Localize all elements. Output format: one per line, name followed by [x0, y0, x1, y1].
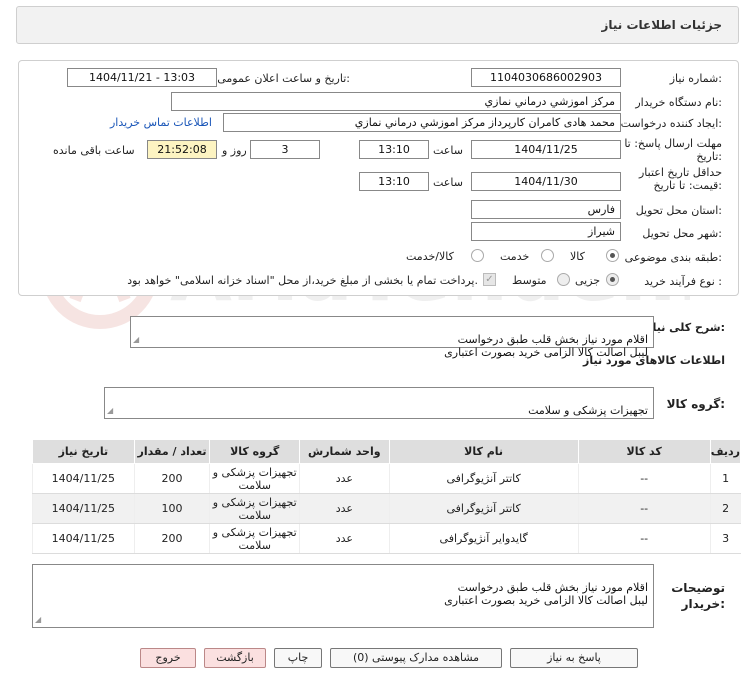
cell-goods-code: -- — [577, 493, 711, 524]
print-button[interactable]: چاپ — [274, 648, 322, 668]
city-label: شهر محل تحویل: — [642, 227, 722, 240]
category-radio-goods-service[interactable] — [471, 249, 484, 262]
buyer-contact-link[interactable]: اطلاعات تماس خریدار — [110, 116, 212, 129]
general-desc-textarea[interactable]: اقلام مورد نیاز بخش قلب طبق درخواست لیبل… — [130, 316, 654, 359]
announce-label: تاریخ و ساعت اعلان عمومی: — [217, 72, 350, 85]
col-goods-name: نام کالا — [388, 439, 579, 464]
cell-goods-name: گایدوایر آنژیوگرافی — [388, 523, 579, 554]
window-title: جزئیات اطلاعات نیاز — [601, 18, 722, 32]
treasury-checkbox[interactable]: ✓ — [483, 273, 496, 286]
cell-goods-name: کاتتر آنژیوگرافی — [388, 463, 579, 494]
cell-unit: عدد — [298, 463, 390, 494]
process-radio-medium[interactable] — [557, 273, 570, 286]
col-goods-code: کد کالا — [577, 439, 711, 464]
process-option-minor: جزیی — [575, 274, 601, 287]
back-button[interactable]: بازگشت — [204, 648, 266, 668]
announce-field: 1404/11/21 - 13:03 — [67, 68, 217, 87]
reply-date-field: 1404/11/25 — [471, 140, 621, 159]
resize-grip-icon: ◢ — [35, 615, 42, 624]
cell-quantity: 100 — [133, 493, 210, 524]
attachments-button[interactable]: مشاهده مدارک پیوستی (0) — [330, 648, 502, 668]
cell-quantity: 200 — [133, 463, 210, 494]
buyer-notes-label: توضیحات خریدار: — [671, 581, 725, 611]
process-radio-minor[interactable] — [606, 273, 619, 286]
cell-row-number: 1 — [709, 463, 741, 494]
table-row[interactable]: 1404/11/25 100 تجهیزات پزشکی و سلامت عدد… — [32, 493, 741, 524]
validity-time-field: 13:10 — [359, 172, 429, 191]
table-row[interactable]: 1404/11/25 200 تجهیزات پزشکی و سلامت عدد… — [32, 523, 741, 554]
remaining-time-field: 21:52:08 — [147, 140, 217, 159]
validity-date-field: 1404/11/30 — [471, 172, 621, 191]
creator-field: محمد هادی کامران کارپرداز مرکز اموزشي در… — [223, 113, 621, 132]
days-label: روز و — [222, 144, 247, 157]
table-row[interactable]: 1404/11/25 200 تجهیزات پزشکی و سلامت عدد… — [32, 463, 741, 494]
process-option-medium: متوسط — [512, 274, 547, 287]
reply-time-label: ساعت — [433, 144, 463, 157]
buyer-notes-text: اقلام مورد نیاز بخش قلب طبق درخواست لیبل… — [444, 581, 648, 607]
category-label: طبقه بندی موضوعی: — [624, 251, 722, 264]
col-need-date: تاریخ نیاز — [32, 439, 135, 464]
city-field: شیراز — [471, 222, 621, 241]
category-option-service: خدمت — [500, 250, 530, 263]
general-desc-label: شرح کلی نیاز: — [646, 321, 725, 334]
need-number-label: شماره نیاز: — [669, 72, 722, 85]
need-number-field: 1104030686002903 — [471, 68, 621, 87]
province-label: استان محل تحویل: — [635, 204, 722, 217]
validity-label: حداقل تاریخ اعتبار قیمت: تا تاریخ: — [638, 166, 722, 192]
reply-time-field: 13:10 — [359, 140, 429, 159]
resize-grip-icon: ◢ — [107, 406, 114, 415]
process-label: نوع فرآیند خرید : — [644, 275, 722, 288]
goods-group-text: تجهیزات پزشکی و سلامت — [528, 404, 648, 417]
cell-unit: عدد — [298, 523, 390, 554]
goods-group-field: تجهیزات پزشکی و سلامت ◢ — [104, 387, 654, 419]
category-radio-service[interactable] — [541, 249, 554, 262]
cell-goods-group: تجهیزات پزشکی و سلامت — [209, 493, 300, 524]
remaining-label: ساعت باقی مانده — [53, 144, 135, 157]
goods-group-label: گروه کالا: — [666, 397, 725, 411]
exit-button[interactable]: خروج — [140, 648, 196, 668]
category-option-goods: کالا — [570, 250, 585, 263]
window-titlebar: جزئیات اطلاعات نیاز — [16, 6, 739, 44]
cell-goods-group: تجهیزات پزشکی و سلامت — [209, 463, 300, 494]
table-header-row: تاریخ نیاز تعداد / مقدار گروه کالا واحد … — [32, 439, 742, 464]
treasury-note: پرداخت تمام یا بخشی از مبلغ خرید،از محل … — [127, 274, 478, 287]
cell-goods-group: تجهیزات پزشکی و سلامت — [209, 523, 300, 554]
col-quantity: تعداد / مقدار — [133, 439, 211, 464]
cell-quantity: 200 — [133, 523, 210, 554]
buyer-org-field: مرکز اموزشي درماني نمازي — [171, 92, 621, 111]
province-field: فارس — [471, 200, 621, 219]
col-unit: واحد شمارش — [298, 439, 390, 464]
reply-deadline-label: مهلت ارسال پاسخ: تا تاریخ: — [624, 137, 722, 163]
items-table: تاریخ نیاز تعداد / مقدار گروه کالا واحد … — [32, 439, 742, 554]
category-radio-goods[interactable] — [606, 249, 619, 262]
cell-need-date: 1404/11/25 — [32, 493, 135, 524]
cell-goods-code: -- — [577, 463, 711, 494]
days-field: 3 — [250, 140, 320, 159]
validity-time-label: ساعت — [433, 176, 463, 189]
creator-label: ایجاد کننده درخواست: — [620, 117, 722, 130]
cell-row-number: 2 — [709, 493, 741, 524]
goods-info-heading: اطلاعات کالاهای مورد نیاز — [583, 354, 725, 367]
col-row-number: ردیف — [709, 439, 742, 464]
cell-goods-name: کاتتر آنژیوگرافی — [388, 493, 579, 524]
cell-row-number: 3 — [709, 523, 741, 554]
buyer-org-label: نام دستگاه خریدار: — [635, 96, 722, 109]
col-goods-group: گروه کالا — [209, 439, 300, 464]
reply-button[interactable]: پاسخ به نیاز — [510, 648, 638, 668]
buyer-notes-textarea[interactable]: اقلام مورد نیاز بخش قلب طبق درخواست لیبل… — [32, 564, 654, 628]
cell-need-date: 1404/11/25 — [32, 523, 135, 554]
category-option-goods-service: کالا/خدمت — [406, 250, 454, 263]
cell-unit: عدد — [298, 493, 390, 524]
cell-goods-code: -- — [577, 523, 711, 554]
resize-grip-icon: ◢ — [133, 335, 140, 344]
cell-need-date: 1404/11/25 — [32, 463, 135, 494]
